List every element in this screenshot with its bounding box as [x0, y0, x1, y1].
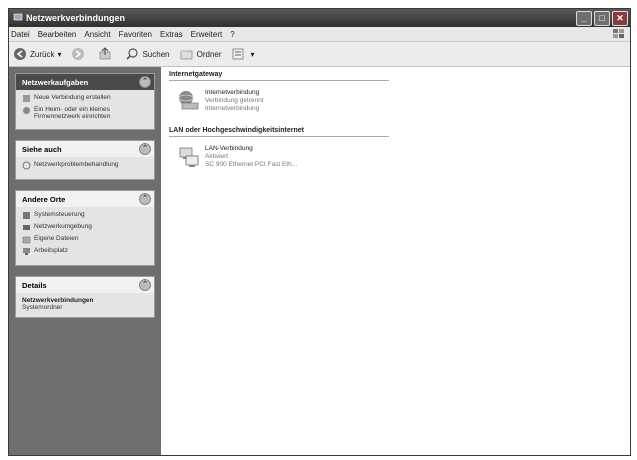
other-places-panel: Andere Orte ⌃ Systemsteuerung Netzwerkum…	[15, 190, 155, 266]
content-area: Netzwerkaufgaben ⌃ Neue Verbindung erste…	[9, 67, 630, 455]
internet-connection-name: Internetverbindung	[205, 89, 260, 96]
menu-edit[interactable]: Bearbeiten	[38, 30, 77, 39]
lan-connection-icon	[179, 147, 199, 167]
network-tasks-header[interactable]: Netzwerkaufgaben ⌃	[16, 74, 154, 90]
windows-logo-icon	[612, 28, 626, 40]
close-button[interactable]: ✕	[612, 10, 628, 26]
collapse-chevron-icon[interactable]: ⌃	[139, 76, 151, 88]
home-network-icon	[23, 107, 30, 114]
place-my-computer-label: Arbeitsplatz	[34, 247, 68, 254]
place-my-documents-label: Eigene Dateien	[34, 235, 79, 242]
other-places-title: Andere Orte	[22, 194, 66, 204]
details-folder-name: Netzwerkverbindungen	[22, 297, 94, 304]
task-pane: Netzwerkaufgaben ⌃ Neue Verbindung erste…	[9, 67, 161, 455]
details-title: Details	[22, 280, 47, 290]
task-home-network[interactable]: Ein Heim- oder ein kleines Firmennetzwer…	[22, 106, 148, 120]
maximize-button[interactable]: □	[594, 10, 610, 26]
back-label: Zurück	[30, 49, 55, 59]
task-troubleshooter[interactable]: Netzwerkproblembehandlung	[22, 161, 148, 170]
internet-gateway-icon	[178, 91, 199, 110]
network-tasks-panel: Netzwerkaufgaben ⌃ Neue Verbindung erste…	[15, 73, 155, 130]
menu-file[interactable]: Datei	[11, 30, 30, 39]
menu-tools[interactable]: Extras	[160, 30, 183, 39]
forward-button[interactable]	[71, 47, 88, 61]
my-documents-icon	[22, 236, 31, 244]
search-button[interactable]: Suchen	[125, 47, 170, 61]
place-network-neighborhood-label: Netzwerkumgebung	[34, 223, 92, 230]
details-folder-type: Systemordner	[22, 304, 63, 311]
troubleshooter-icon	[22, 161, 31, 170]
menu-bar: Datei Bearbeiten Ansicht Favoriten Extra…	[9, 27, 630, 42]
lan-connection-status: Aktiviert	[205, 153, 229, 160]
search-label: Suchen	[142, 49, 170, 59]
up-folder-icon	[100, 47, 111, 60]
folders-button[interactable]: Ordner	[180, 47, 222, 61]
minimize-button[interactable]: _	[576, 10, 592, 26]
internet-connection-type: Internetverbindung	[205, 105, 260, 112]
details-header[interactable]: Details ⌃	[16, 277, 154, 293]
menu-view[interactable]: Ansicht	[84, 30, 110, 39]
folders-label: Ordner	[196, 49, 222, 59]
new-connection-icon	[23, 95, 30, 102]
place-control-panel-label: Systemsteuerung	[34, 211, 85, 218]
views-button[interactable]: ▾	[232, 47, 255, 61]
window: Netzwerkverbindungen _ □ ✕ Datei Bearbei…	[8, 8, 631, 456]
up-folder-button[interactable]	[98, 47, 115, 61]
task-troubleshooter-label: Netzwerkproblembehandlung	[34, 161, 119, 168]
section-lan: LAN oder Hochgeschwindigkeitsinternet	[169, 127, 389, 137]
see-also-header[interactable]: Siehe auch ⌃	[16, 141, 154, 157]
back-dropdown-icon: ▾	[57, 49, 62, 59]
forward-arrow-icon	[72, 48, 85, 60]
collapse-chevron-icon[interactable]: ⌃	[139, 279, 151, 291]
window-title: Netzwerkverbindungen	[26, 13, 126, 23]
place-control-panel[interactable]: Systemsteuerung	[22, 211, 148, 220]
internet-connection-status: Verbindung getrennt	[205, 97, 264, 104]
lan-connection-item[interactable]: LAN-Verbindung Aktiviert SC 900 Ethernet…	[177, 145, 622, 169]
network-neighborhood-icon	[23, 225, 30, 230]
details-panel: Details ⌃ Netzwerkverbindungen Systemord…	[15, 276, 155, 318]
task-new-connection-label: Neue Verbindung erstellen	[34, 94, 111, 101]
title-bar: Netzwerkverbindungen _ □ ✕	[9, 9, 630, 27]
lan-connection-name: LAN-Verbindung	[205, 145, 253, 152]
see-also-panel: Siehe auch ⌃ Netzwerkproblembehandlung	[15, 140, 155, 180]
window-icon	[13, 12, 23, 24]
toolbar: Zurück ▾ Suchen Ordner ▾	[9, 42, 630, 67]
lan-connection-adapter: SC 900 Ethernet PCI Fast Eth...	[205, 161, 298, 168]
back-button[interactable]: Zurück ▾	[13, 47, 61, 61]
place-my-documents[interactable]: Eigene Dateien	[22, 235, 148, 244]
search-icon	[126, 48, 139, 60]
folders-icon	[180, 50, 192, 60]
other-places-header[interactable]: Andere Orte ⌃	[16, 191, 154, 207]
internet-connection-item[interactable]: Internetverbindung Verbindung getrennt I…	[177, 89, 622, 113]
task-home-network-label: Ein Heim- oder ein kleines Firmennetzwer…	[34, 106, 111, 120]
section-internet-gateway: Internetgateway	[169, 71, 389, 81]
control-panel-icon	[23, 212, 30, 219]
place-network-neighborhood[interactable]: Netzwerkumgebung	[22, 223, 148, 232]
menu-favorites[interactable]: Favoriten	[119, 30, 152, 39]
connections-view: Internetgateway Internetverbindung Verbi…	[161, 67, 630, 455]
menu-advanced[interactable]: Erweitert	[191, 30, 223, 39]
see-also-title: Siehe auch	[22, 144, 62, 154]
network-tasks-title: Netzwerkaufgaben	[22, 77, 89, 87]
views-icon	[232, 48, 243, 60]
back-arrow-icon	[14, 48, 26, 60]
collapse-chevron-icon[interactable]: ⌃	[139, 143, 151, 155]
views-dropdown-icon: ▾	[250, 49, 255, 59]
collapse-chevron-icon[interactable]: ⌃	[139, 193, 151, 205]
task-new-connection[interactable]: Neue Verbindung erstellen	[22, 94, 148, 103]
place-my-computer[interactable]: Arbeitsplatz	[22, 247, 148, 256]
menu-help[interactable]: ?	[230, 30, 234, 39]
my-computer-icon	[23, 248, 30, 255]
